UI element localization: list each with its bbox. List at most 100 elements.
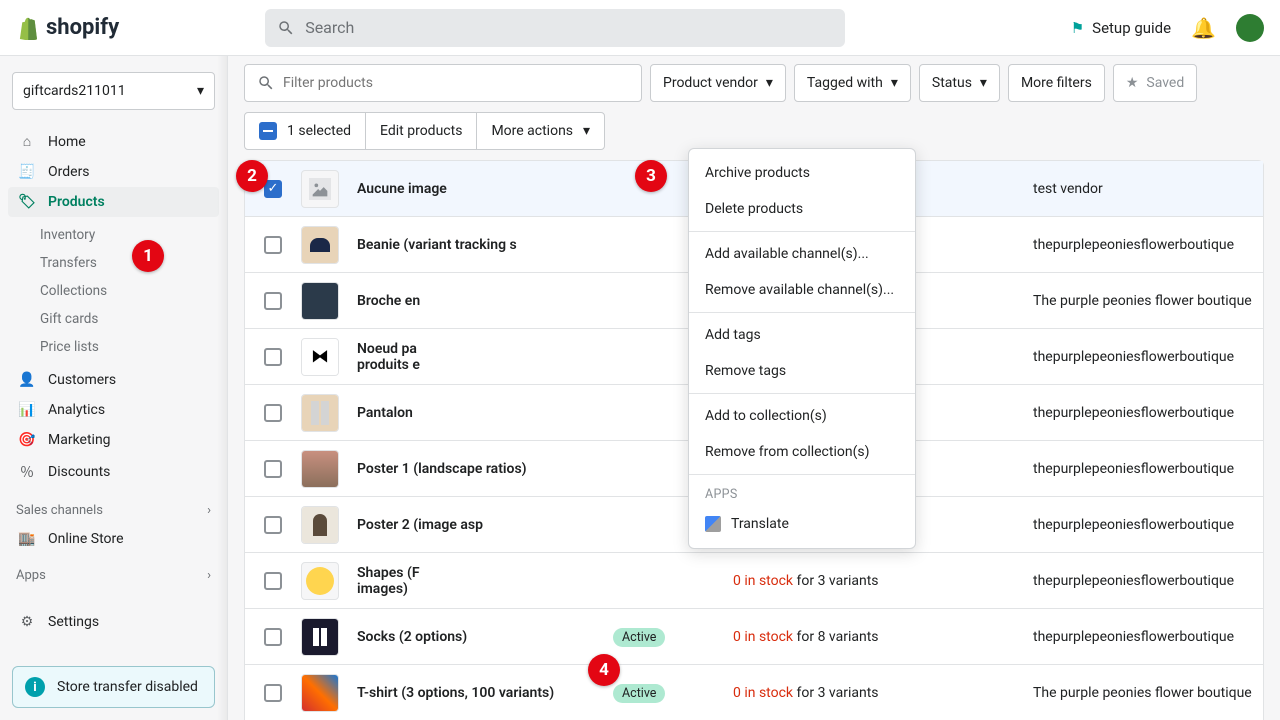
product-thumbnail — [301, 450, 339, 488]
sidebar-item-online-store[interactable]: 🏬Online Store — [8, 524, 219, 554]
dd-add-collections[interactable]: Add to collection(s) — [689, 398, 915, 434]
dd-archive-products[interactable]: Archive products — [689, 155, 915, 191]
product-name[interactable]: Poster 2 (image asp — [357, 517, 613, 533]
chevron-right-icon: › — [207, 503, 211, 518]
button-label: Edit products — [380, 123, 462, 139]
sidebar-item-transfers[interactable]: Transfers — [30, 249, 227, 277]
sidebar-item-inventory[interactable]: Inventory — [30, 221, 227, 249]
sidebar-item-gift-cards[interactable]: Gift cards — [30, 305, 227, 333]
dd-label: Remove available channel(s)... — [705, 282, 894, 298]
sidebar-item-price-lists[interactable]: Price lists — [30, 333, 227, 361]
avatar[interactable] — [1236, 14, 1264, 42]
sidebar-item-orders[interactable]: 🧾Orders — [8, 157, 219, 187]
product-vendor: thepurplepeoniesflowerboutique — [1033, 349, 1263, 365]
product-name[interactable]: Broche en — [357, 293, 613, 309]
bell-icon[interactable]: 🔔 — [1191, 16, 1216, 40]
dd-label: Remove tags — [705, 363, 786, 379]
product-stock: 0 in stock for 3 variants — [733, 685, 1033, 701]
global-search[interactable]: Search — [265, 9, 845, 47]
info-icon: i — [25, 677, 45, 697]
row-checkbox[interactable] — [264, 292, 282, 310]
sales-channels-header[interactable]: Sales channels › — [0, 493, 227, 520]
search-placeholder: Search — [305, 18, 354, 37]
product-name[interactable]: Socks (2 options) — [357, 629, 613, 645]
sidebar-item-customers[interactable]: 👤Customers — [8, 365, 219, 395]
setup-guide-link[interactable]: ⚑ Setup guide — [1071, 19, 1171, 37]
sidebar-item-collections[interactable]: Collections — [30, 277, 227, 305]
marketing-icon: 🎯 — [18, 432, 36, 448]
dd-remove-channels[interactable]: Remove available channel(s)... — [689, 272, 915, 308]
product-name[interactable]: Noeud paproduits e — [357, 341, 613, 373]
row-checkbox[interactable] — [264, 348, 282, 366]
section-label: Apps — [16, 568, 46, 583]
select-all-toggle[interactable]: 1 selected — [245, 113, 366, 149]
dd-label: Translate — [731, 516, 789, 532]
table-row[interactable]: T-shirt (3 options, 100 variants) Active… — [245, 665, 1263, 720]
dd-remove-tags[interactable]: Remove tags — [689, 353, 915, 389]
product-vendor: thepurplepeoniesflowerboutique — [1033, 237, 1263, 253]
sidebar-item-discounts[interactable]: ％Discounts — [8, 455, 219, 489]
customers-icon: 👤 — [18, 372, 36, 388]
product-vendor: thepurplepeoniesflowerboutique — [1033, 517, 1263, 533]
filter-label: More filters — [1021, 75, 1092, 91]
product-vendor: thepurplepeoniesflowerboutique — [1033, 405, 1263, 421]
topbar-right: ⚑ Setup guide 🔔 — [1071, 14, 1264, 42]
table-row[interactable]: Shapes (Fimages) 0 in stock for 3 varian… — [245, 553, 1263, 609]
row-checkbox[interactable] — [264, 404, 282, 422]
sidebar-item-products[interactable]: 🏷Products — [8, 187, 219, 217]
product-name[interactable]: Pantalon — [357, 405, 613, 421]
sidebar-item-label: Analytics — [48, 402, 105, 418]
logo[interactable]: shopify — [16, 15, 119, 40]
row-checkbox[interactable] — [264, 460, 282, 478]
search-icon — [277, 19, 295, 37]
edit-products-button[interactable]: Edit products — [366, 113, 477, 149]
store-selector[interactable]: giftcards211011 ▾ — [12, 72, 215, 110]
filter-label: Saved — [1146, 75, 1184, 91]
sidebar-item-label: Gift cards — [40, 311, 98, 327]
caret-down-icon: ▾ — [980, 75, 987, 91]
apps-header[interactable]: Apps › — [0, 558, 227, 585]
dd-delete-products[interactable]: Delete products — [689, 191, 915, 227]
bulk-actions-bar: 1 selected Edit products More actions▾ — [244, 112, 605, 150]
sidebar-item-label: Products — [48, 194, 105, 210]
sidebar-item-marketing[interactable]: 🎯Marketing — [8, 425, 219, 455]
filter-tagged[interactable]: Tagged with▾ — [794, 64, 911, 102]
translate-icon — [705, 516, 721, 532]
caret-down-icon: ▾ — [766, 75, 773, 91]
dd-add-tags[interactable]: Add tags — [689, 317, 915, 353]
sidebar-item-home[interactable]: ⌂Home — [8, 126, 219, 157]
product-status: Active — [613, 626, 733, 647]
dd-translate[interactable]: Translate — [689, 506, 915, 542]
store-transfer-label: Store transfer disabled — [57, 679, 198, 695]
filter-status[interactable]: Status▾ — [919, 64, 1000, 102]
row-checkbox[interactable] — [264, 628, 282, 646]
analytics-icon: 📊 — [18, 402, 36, 418]
product-vendor: test vendor — [1033, 181, 1263, 197]
dd-remove-collections[interactable]: Remove from collection(s) — [689, 434, 915, 470]
filter-vendor[interactable]: Product vendor▾ — [650, 64, 786, 102]
chevron-right-icon: › — [207, 568, 211, 583]
row-checkbox[interactable] — [264, 684, 282, 702]
sidebar-item-label: Discounts — [48, 464, 110, 480]
product-name[interactable]: Shapes (Fimages) — [357, 565, 613, 597]
filter-input[interactable] — [283, 75, 629, 91]
row-checkbox[interactable] — [264, 572, 282, 590]
sidebar-item-settings[interactable]: ⚙Settings — [8, 607, 219, 637]
row-checkbox[interactable] — [264, 236, 282, 254]
product-name[interactable]: T-shirt (3 options, 100 variants) — [357, 685, 613, 701]
sidebar-item-analytics[interactable]: 📊 Analytics — [8, 395, 219, 425]
filter-saved[interactable]: ★Saved — [1113, 64, 1197, 102]
product-name[interactable]: Beanie (variant tracking s — [357, 237, 613, 253]
filter-products-input[interactable] — [244, 64, 642, 102]
row-checkbox[interactable] — [264, 516, 282, 534]
more-actions-button[interactable]: More actions▾ — [477, 113, 604, 149]
table-row[interactable]: Socks (2 options) Active 0 in stock for … — [245, 609, 1263, 665]
filter-more[interactable]: More filters — [1008, 64, 1105, 102]
dd-label: Delete products — [705, 201, 803, 217]
product-name[interactable]: Aucune image — [357, 181, 613, 197]
chevron-down-icon: ▾ — [197, 83, 204, 99]
dd-add-channels[interactable]: Add available channel(s)... — [689, 236, 915, 272]
sidebar-item-label: Orders — [48, 164, 90, 180]
product-name[interactable]: Poster 1 (landscape ratios) — [357, 461, 613, 477]
product-thumbnail — [301, 618, 339, 656]
